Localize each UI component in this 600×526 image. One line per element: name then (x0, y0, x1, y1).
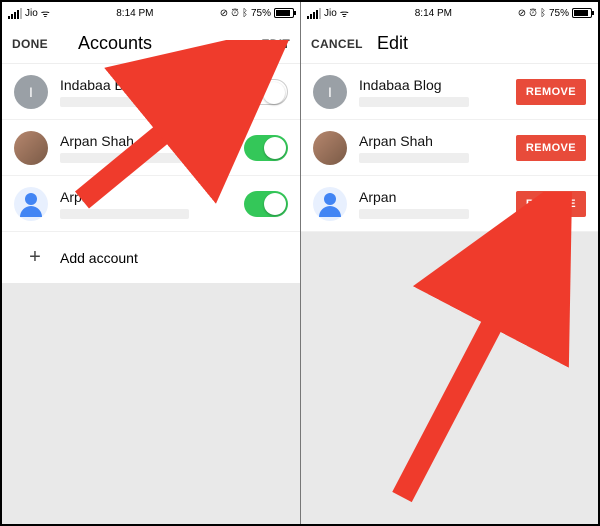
page-title: Accounts (72, 33, 230, 54)
add-account-label: Add account (52, 250, 138, 266)
account-row: I Indabaa Blog REMOVE (301, 64, 598, 120)
account-sub (60, 209, 189, 219)
account-row: Arpan Shah REMOVE (301, 120, 598, 176)
account-toggle[interactable] (244, 135, 288, 161)
status-bar: Jio ᯤ 8:14 PM ⊘ ⏰︎ ᛒ 75% (301, 2, 598, 24)
status-time: 8:14 PM (116, 8, 153, 19)
account-row: Arpan REMOVE (301, 176, 598, 232)
rotation-lock-icon: ⊘ (220, 8, 228, 19)
battery-pct: 75% (549, 8, 569, 19)
alarm-icon: ⏰︎ (231, 8, 239, 19)
bluetooth-icon: ᛒ (540, 8, 546, 19)
plus-icon: + (18, 246, 52, 269)
avatar: I (313, 75, 347, 109)
account-sub (359, 97, 469, 107)
nav-bar: CANCEL Edit (301, 24, 598, 64)
signal-icon (8, 8, 22, 19)
wifi-icon: ᯤ (340, 6, 349, 20)
battery-icon (274, 8, 294, 18)
account-sub (60, 153, 189, 163)
remove-button[interactable]: REMOVE (516, 135, 586, 161)
account-name: Arpan (60, 189, 244, 205)
account-sub (359, 153, 469, 163)
bluetooth-icon: ᛒ (242, 8, 248, 19)
account-name: Arpan Shah (60, 133, 244, 149)
wifi-icon: ᯤ (41, 6, 50, 20)
avatar: I (14, 75, 48, 109)
account-sub (359, 209, 469, 219)
add-account-row[interactable]: + Add account (2, 232, 300, 283)
nav-bar: DONE Accounts EDIT (2, 24, 300, 64)
account-name: Indabaa Blog (359, 77, 516, 93)
avatar (313, 187, 347, 221)
page-title: Edit (371, 33, 528, 54)
account-row[interactable]: Arpan Shah (2, 120, 300, 176)
remove-button[interactable]: REMOVE (516, 79, 586, 105)
status-bar: Jio ᯤ 8:14 PM ⊘ ⏰︎ ᛒ 75% (2, 2, 300, 24)
account-toggle[interactable] (244, 79, 288, 105)
signal-icon (307, 8, 321, 19)
remove-button[interactable]: REMOVE (516, 191, 586, 217)
account-name: Indabaa Blog (60, 77, 244, 93)
account-row[interactable]: Arpan (2, 176, 300, 232)
account-toggle[interactable] (244, 191, 288, 217)
carrier-label: Jio (324, 8, 337, 19)
edit-button[interactable]: EDIT (230, 37, 290, 51)
battery-pct: 75% (251, 8, 271, 19)
rotation-lock-icon: ⊘ (518, 8, 526, 19)
account-row[interactable]: I Indabaa Blog (2, 64, 300, 120)
avatar (14, 131, 48, 165)
alarm-icon: ⏰︎ (529, 8, 537, 19)
accounts-list: I Indabaa Blog Arpan Shah Arpan (2, 64, 300, 283)
account-name: Arpan (359, 189, 516, 205)
accounts-list: I Indabaa Blog REMOVE Arpan Shah REMOVE … (301, 64, 598, 232)
done-button[interactable]: DONE (12, 37, 72, 51)
account-sub (60, 97, 189, 107)
status-time: 8:14 PM (415, 8, 452, 19)
avatar (313, 131, 347, 165)
battery-icon (572, 8, 592, 18)
account-name: Arpan Shah (359, 133, 516, 149)
avatar (14, 187, 48, 221)
phone-edit: Jio ᯤ 8:14 PM ⊘ ⏰︎ ᛒ 75% CANCEL Edit I I… (300, 2, 598, 524)
cancel-button[interactable]: CANCEL (311, 37, 371, 51)
carrier-label: Jio (25, 8, 38, 19)
phone-accounts: Jio ᯤ 8:14 PM ⊘ ⏰︎ ᛒ 75% DONE Accounts E… (2, 2, 300, 524)
